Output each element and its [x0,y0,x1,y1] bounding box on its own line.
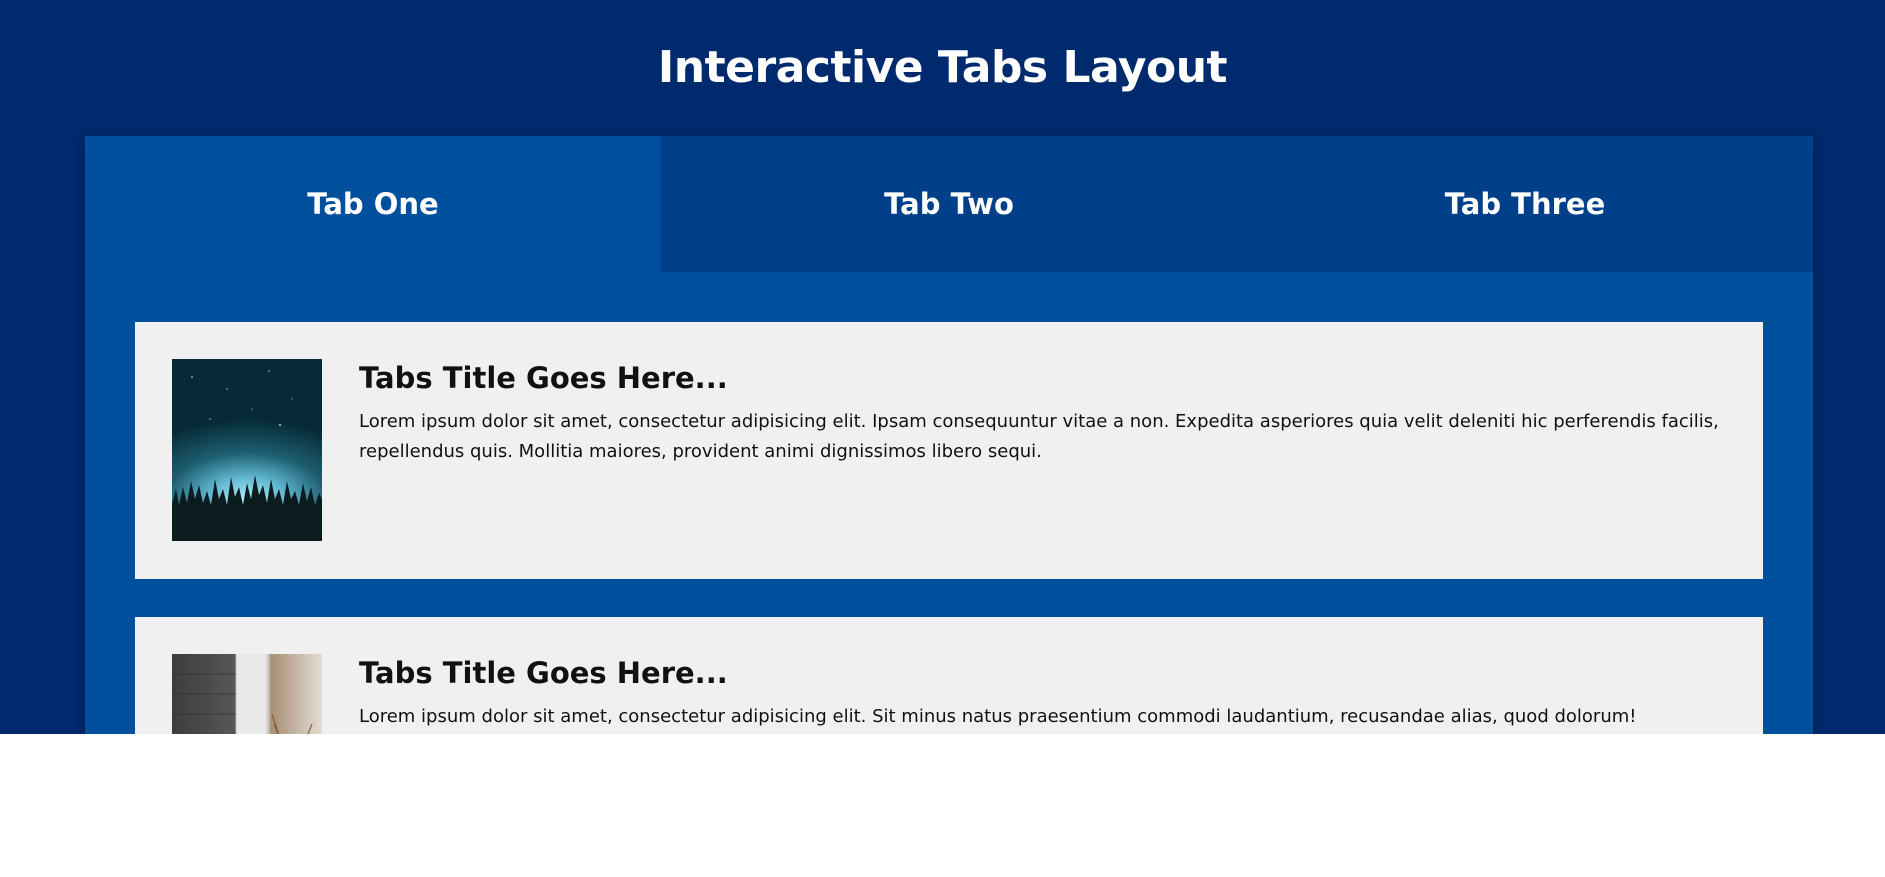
content-card: Tabs Title Goes Here... Lorem ipsum dolo… [135,617,1763,734]
tab-three[interactable]: Tab Three [1237,136,1813,272]
tab-bar: Tab One Tab Two Tab Three [85,136,1813,272]
tab-two[interactable]: Tab Two [661,136,1237,272]
page: Interactive Tabs Layout Tab One Tab Two … [0,0,1885,734]
tab-one[interactable]: Tab One [85,136,661,272]
building-tree-image [172,654,322,734]
page-title: Interactive Tabs Layout [657,42,1228,93]
tabs-container: Tab One Tab Two Tab Three Tabs Title Goe… [85,136,1813,734]
card-body: Tabs Title Goes Here... Lorem ipsum dolo… [359,654,1726,734]
card-body: Tabs Title Goes Here... Lorem ipsum dolo… [359,359,1726,542]
card-text: Lorem ipsum dolor sit amet, consectetur … [359,706,1637,727]
night-forest-sky-image [172,359,322,541]
card-title: Tabs Title Goes Here... [359,656,728,690]
tab-content: Tabs Title Goes Here... Lorem ipsum dolo… [85,272,1813,734]
card-title: Tabs Title Goes Here... [359,361,728,395]
content-card: Tabs Title Goes Here... Lorem ipsum dolo… [135,322,1763,579]
card-text: Lorem ipsum dolor sit amet, consectetur … [359,411,1719,462]
